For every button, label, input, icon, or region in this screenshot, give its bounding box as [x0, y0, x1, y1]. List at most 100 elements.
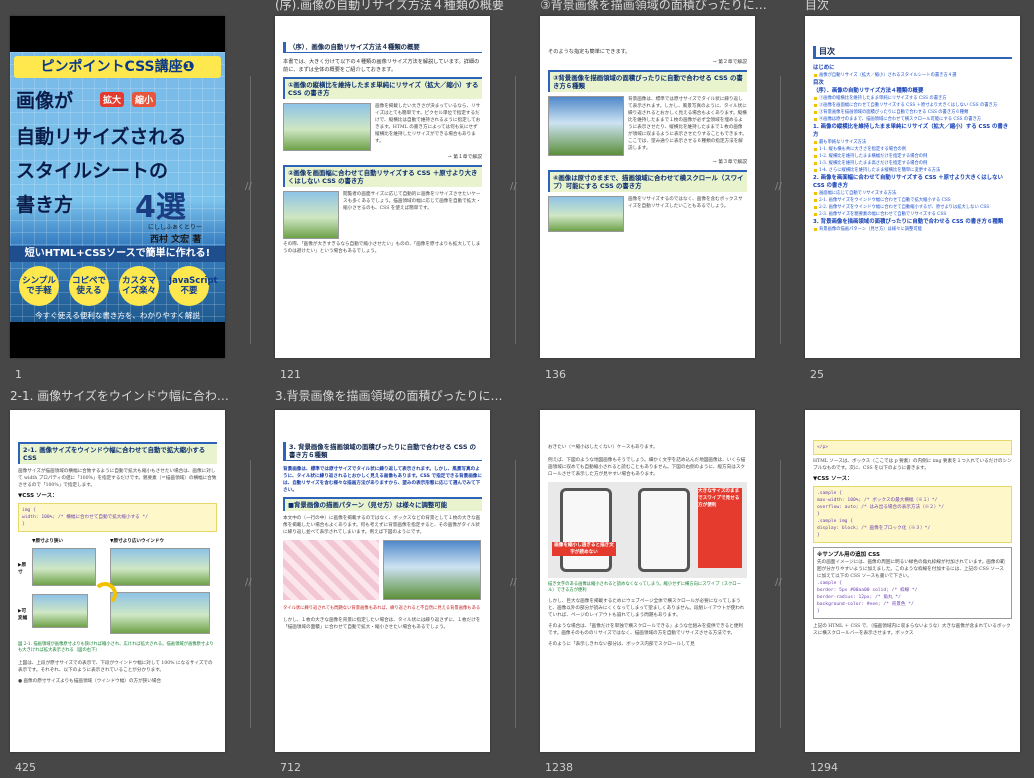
- thumbnail-cell: 目次 目次 はじめに 画像が自動リサイズ（拡大／縮小）されるスタイルシートの書き方…: [795, 0, 1034, 389]
- toc-item[interactable]: 2-3. 画像サイズを親要素の幅に合わせて自動でリサイズする CSS: [813, 211, 1012, 218]
- map-figure: 画像を縮小し過ぎると描き文字が読めない 大きなサイズのままでスワイプで見せる方が…: [548, 482, 747, 578]
- toc-item[interactable]: はじめに: [813, 64, 1012, 72]
- separator-grip: //: [245, 577, 252, 588]
- code-block: </p>: [813, 440, 1012, 455]
- cover-author: 西村 文宏 著: [150, 235, 202, 245]
- chapter-link: → 第３章で解説: [712, 160, 747, 165]
- toc-item[interactable]: ③背景画像を描画領域の面積ぴったりに自動で合わせる CSS の書き方６種類: [813, 109, 1012, 116]
- toc-list: はじめに 画像が自動リサイズ（拡大／縮小）されるスタイルシートの書き方４選 目次 （序…: [813, 64, 1012, 233]
- figure-label: ▶原寸: [18, 563, 27, 575]
- separator-grip: //: [510, 577, 517, 588]
- chapter-note: 背景画像は、標準では原寸サイズでタイル状に繰り返して表示されます。しかし、風景写…: [283, 467, 482, 493]
- column-separator: [515, 76, 516, 344]
- sample-image: [283, 191, 339, 239]
- cover-badge: シンプルで手軽: [19, 266, 59, 306]
- toc-item[interactable]: 1-2. 縦横比を維持したまま横幅だけを指定する場合の例: [813, 153, 1012, 160]
- css-label: ▼CSS ソース：: [18, 493, 58, 499]
- cover-title-line2: 自動リサイズされる: [16, 126, 187, 148]
- section-body: しかし、１枚の大きな画像を背景に指定したい場合は、タイル状には繰り返さずに、１枚…: [283, 618, 481, 630]
- section-heading: ③背景画像を描画領域の面積ぴったりに自動で合わせる CSS の書き方６種類: [553, 74, 743, 90]
- sample-image: [32, 594, 88, 628]
- section-body: 本文中の（一行の中）に画像を掲載するのではなく、ボックスなどの背景として１枚の大…: [283, 516, 481, 535]
- toc-item[interactable]: ②画像を画面幅に合わせて自動リサイズする CSS ＋原寸より大きくはしない CS…: [813, 102, 1012, 109]
- code-line: max-width: 100%; /* ボックスの最大横幅（※１）*/: [817, 498, 938, 503]
- page-title: ③背景画像を描画領域の面積ぴったりに自動で...: [540, 0, 770, 12]
- cover-count: 4選: [135, 190, 186, 225]
- thumbnail-cell: 3.背景画像を描画領域の面積ぴったりに自... 3. 背景画像を描画領域の面積ぴ…: [265, 389, 530, 778]
- toc-item[interactable]: 背景画像の描画パターン（見せ方）は様々に調整可能: [813, 226, 1012, 233]
- page-title: (序).画像の自動リサイズ方法４種類の概要: [275, 0, 504, 12]
- cover-title-line3: スタイルシートの: [16, 160, 169, 182]
- toc-item[interactable]: ④画像は原寸のままで、描画領域に合わせて横スクロール可能にする CSS の書き方: [813, 116, 1012, 123]
- toc-item[interactable]: 2. 画像を画面幅に合わせて自動リサイズする CSS ＋原寸より大きくはしない …: [813, 174, 1012, 190]
- cover-tag-shrink: 縮小: [132, 92, 157, 107]
- chapter-link: → 第２章で解説: [712, 60, 747, 65]
- toc-item[interactable]: 3. 背景画像を描画領域の面積ぴったりに自動で合わせる CSS の書き方６種類: [813, 218, 1012, 226]
- cover-tag-expand: 拡大: [100, 92, 125, 107]
- chapter-heading: 3. 背景画像を描画領域の面積ぴったりに自動で合わせる CSS の書き方６種類: [289, 443, 477, 459]
- page-number: 1294: [810, 761, 838, 774]
- page-thumbnail-cover[interactable]: ピンポイントCSS講座❶ 画像が 拡大 縮小 自動リサイズされる スタイルシート…: [10, 16, 225, 358]
- code-line: display: block; /* 画像をブロック化（※３）*/: [817, 526, 931, 531]
- background-figure: [283, 540, 482, 602]
- cover-badge: コピペで使える: [69, 266, 109, 306]
- figure-label: ▶可変幅: [18, 609, 28, 621]
- section-body: そのような場合は、「画像だけを単独で横スクロールできる」ような仕組みを提供できる…: [548, 624, 744, 636]
- toc-item[interactable]: 画面幅に応じて自動でリサイズする方法: [813, 190, 1012, 197]
- column-separator: [780, 76, 781, 344]
- page-number: 1: [15, 368, 22, 381]
- page-thumbnail-712[interactable]: 3. 背景画像を描画領域の面積ぴったりに自動で合わせる CSS の書き方６種類 …: [275, 410, 490, 752]
- note-box: ※サンプル用の追加 CSS 先の画面イメージには、画像の周囲に明るい緑色の角丸枠…: [813, 547, 1012, 619]
- page-thumbnail-136[interactable]: そのような指定も簡単にできます。 → 第２章で解説 ③背景画像を描画領域の面積ぴ…: [540, 16, 755, 358]
- code-line: .sample img {: [817, 519, 853, 524]
- page-thumbnail-121[interactable]: （序）．画像の自動リサイズ方法４種類の概要 本書では、大きく分けて以下の４種類の…: [275, 16, 490, 358]
- code-line: background-color: #eee; /* 背景色 */: [817, 602, 914, 607]
- bullet-text: ● 画像の原寸サイズよりも描画領域（ウインドウ幅）の方が狭い場合: [18, 679, 162, 684]
- separator-grip: //: [775, 577, 782, 588]
- cover-artwork: ピンポイントCSS講座❶ 画像が 拡大 縮小 自動リサイズされる スタイルシート…: [10, 52, 225, 322]
- page-thumbnail-25[interactable]: 目次 はじめに 画像が自動リサイズ（拡大／縮小）されるスタイルシートの書き方４選目…: [805, 16, 1020, 358]
- page-number: 1238: [545, 761, 573, 774]
- sample-image: [548, 196, 624, 232]
- top-text: おきたい（＝縮小はしたくない）ケースもあります。: [548, 445, 658, 450]
- section-heading: ②画像を画面幅に合わせて自動リサイズする CSS ＋原寸より大きくはしない CS…: [288, 169, 478, 185]
- section-body: HTML ソースは、ボックス（ここでは p 要素）の内側に img 要素を１つ入…: [813, 459, 1012, 471]
- toc-item[interactable]: 1-3. 縦横比を維持したまま高さだけを指定する場合の例: [813, 160, 1012, 167]
- figure-label: 大きなサイズのままでスワイプで見せる方が便利: [698, 488, 742, 568]
- toc-item[interactable]: 2-2. 画像サイズをウインドウ幅に合わせて自動縮小するが、原寸よりは拡大しない…: [813, 204, 1012, 211]
- column-separator: [780, 460, 781, 728]
- cover-bottom-caption: 今すぐ使える便利な書き方を、わかりやすく解説: [35, 311, 200, 320]
- sample-image: [32, 548, 96, 586]
- toc-heading: 目次: [813, 46, 1012, 59]
- toc-item[interactable]: 2-1. 画像サイズをウインドウ幅に合わせて自動で拡大縮小する CSS: [813, 197, 1012, 204]
- page-thumbnail-1294[interactable]: </p> HTML ソースは、ボックス（ここでは p 要素）の内側に img 要…: [805, 410, 1020, 752]
- toc-item[interactable]: 目次: [813, 79, 1012, 87]
- page-number: 121: [280, 368, 301, 381]
- sample-image: [110, 548, 210, 586]
- code-line: overflow: auto; /* はみ出る場合の表示方法（※２）*/: [817, 505, 944, 510]
- chapter-heading: （序）．画像の自動リサイズ方法４種類の概要: [289, 43, 420, 51]
- sample-image: [283, 540, 379, 600]
- separator-grip: //: [245, 181, 252, 192]
- toc-item[interactable]: 最も単純なリサイズ方法: [813, 139, 1012, 146]
- section-body: 上記の HTML ＋ CSS で、（描画領域内に収まらないような）大きな画像が含…: [813, 624, 1011, 636]
- toc-item[interactable]: 画像が自動リサイズ（拡大／縮小）されるスタイルシートの書き方４選: [813, 72, 1012, 79]
- intro-text: 本書では、大きく分けて以下の４種類の画像リサイズ方法を解説しています。詳細の前に…: [283, 59, 480, 73]
- code-line: border-radius: 12px; /* 角丸 */: [817, 595, 901, 600]
- toc-item[interactable]: 1-4. さらに縦横比を維持したまま縦横比を簡単に変更する方法: [813, 167, 1012, 174]
- page-thumbnail-425[interactable]: 2-1. 画像サイズをウインドウ幅に合わせて自動で拡大縮小する CSS 画像サイ…: [10, 410, 225, 752]
- note-body: 先の画面イメージには、画像の周囲に明るい緑色の角丸枠線が付加されています。画像の…: [817, 560, 1005, 579]
- cover-badge: JavaScript不要: [169, 266, 218, 306]
- section-heading: ④画像は原寸のままで、描画領域に合わせて横スクロール（スワイプ）可能にする CS…: [553, 174, 744, 190]
- page-thumbnail-1238[interactable]: おきたい（＝縮小はしたくない）ケースもあります。 例えば、下図のような地図画像も…: [540, 410, 755, 752]
- toc-item[interactable]: 1-1. 縦も横も共に大きさを指定する場合の例: [813, 146, 1012, 153]
- separator-grip: //: [510, 181, 517, 192]
- toc-item[interactable]: ①画像の縦横比を維持したまま単純にリサイズする CSS の書き方: [813, 95, 1012, 102]
- toc-item[interactable]: 1. 画像の縦横比を維持したまま単純にリサイズ（拡大／縮小）する CSS の書き…: [813, 123, 1012, 139]
- code-line: </p>: [817, 445, 829, 450]
- page-title: 3.背景画像を描画領域の面積ぴったりに自...: [275, 389, 505, 403]
- thumbnail-cell: ③背景画像を描画領域の面積ぴったりに自動で... そのような指定も簡単にできます…: [530, 0, 795, 389]
- section-heading: ①画像の縦横比を維持したまま単純にリサイズ（拡大／縮小）する CSS の書き方: [288, 81, 479, 97]
- toc-item[interactable]: （序）．画像の自動リサイズ方法４種類の概要: [813, 87, 1012, 95]
- sample-image: [548, 96, 624, 156]
